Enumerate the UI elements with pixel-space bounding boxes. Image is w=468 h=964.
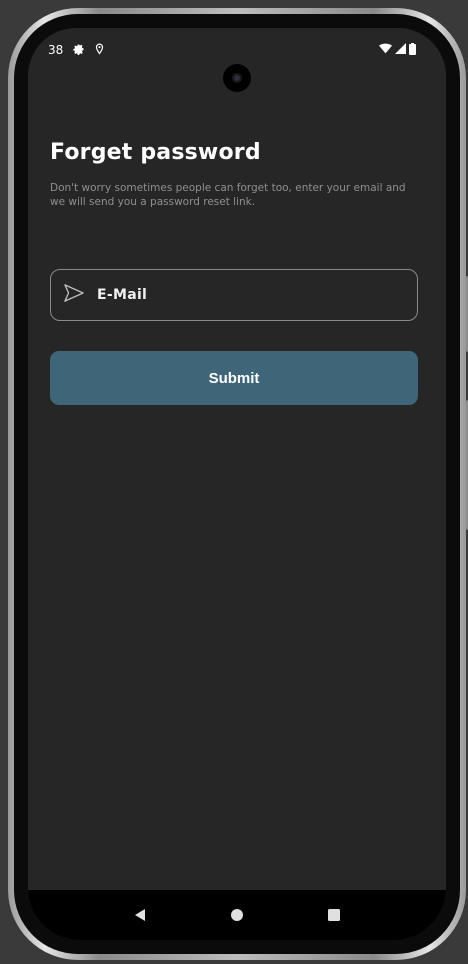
status-left: 38 — [48, 43, 104, 58]
location-icon — [95, 43, 104, 58]
home-icon[interactable] — [217, 895, 257, 935]
email-placeholder: E-Mail — [97, 287, 148, 303]
navigation-bar — [28, 890, 446, 940]
page-subtitle: Don't worry sometimes people can forget … — [50, 182, 406, 208]
status-right — [379, 42, 416, 58]
back-icon[interactable] — [120, 895, 160, 935]
email-field[interactable]: E-Mail — [50, 269, 418, 321]
page-title: Forget password — [50, 140, 261, 165]
screen: 38 Forget password Don't worry sometimes… — [28, 28, 446, 940]
wifi-icon — [379, 43, 392, 57]
settings-icon — [73, 43, 85, 58]
forget-password-form: Forget password Don't worry sometimes pe… — [50, 140, 424, 405]
signal-icon — [395, 43, 406, 57]
status-time: 38 — [48, 43, 64, 57]
submit-button[interactable]: Submit — [50, 351, 418, 405]
recents-icon[interactable] — [314, 895, 354, 935]
front-camera — [223, 64, 251, 92]
battery-icon — [409, 42, 416, 58]
phone-bezel: 38 Forget password Don't worry sometimes… — [14, 14, 460, 954]
phone-frame: 38 Forget password Don't worry sometimes… — [8, 8, 468, 960]
send-icon — [63, 283, 85, 307]
